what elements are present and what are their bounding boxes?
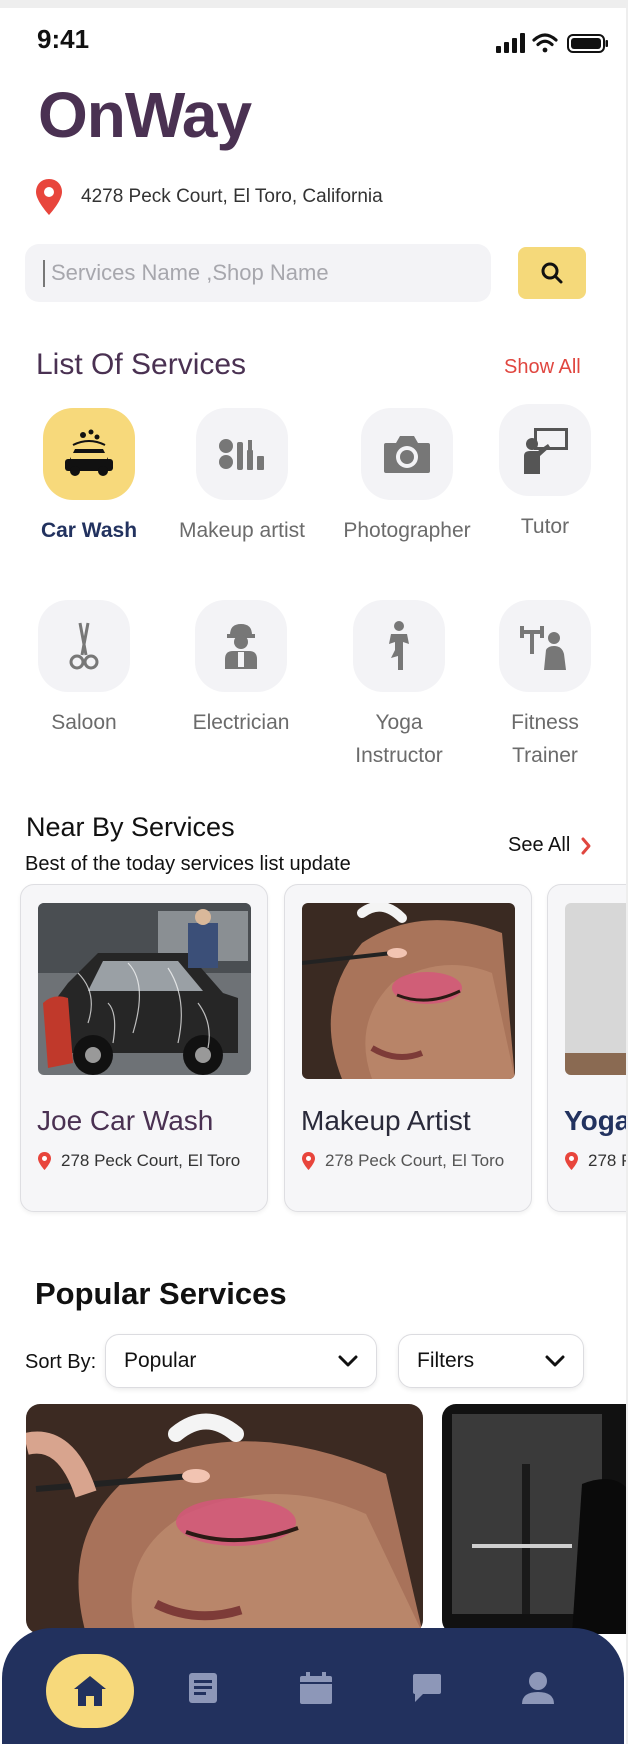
makeup-photo: [302, 903, 515, 1079]
service-label: Yoga Instructor: [355, 711, 443, 767]
car-wash-photo: [38, 903, 251, 1075]
service-tile: [43, 408, 135, 500]
chevron-right-icon: [581, 837, 591, 854]
location-pin-icon: [302, 1152, 315, 1170]
nav-messages[interactable]: [407, 1668, 447, 1708]
popular-title: Popular Services: [35, 1276, 287, 1311]
nearby-card[interactable]: Yoga 278 Peck Court, El Toro: [547, 884, 626, 1212]
chat-icon: [413, 1674, 441, 1702]
car-wash-icon: [65, 429, 113, 476]
nav-profile[interactable]: [518, 1668, 558, 1708]
nearby-card[interactable]: Makeup Artist 278 Peck Court, El Toro: [284, 884, 532, 1212]
location-pin-icon: [36, 179, 62, 215]
card-address: 278 Peck Court, El Toro: [61, 1151, 241, 1170]
search-icon: [541, 262, 563, 284]
service-tile: [196, 408, 288, 500]
card-image: [38, 903, 251, 1075]
service-label: Photographer: [343, 519, 471, 542]
service-electrician[interactable]: Electrician: [176, 600, 306, 739]
nearby-subtitle: Best of the today services list update: [25, 853, 351, 875]
makeup-photo: [26, 1404, 423, 1634]
camera-icon: [384, 436, 430, 473]
wifi-icon: [532, 33, 558, 53]
service-tile: [361, 408, 453, 500]
search-input[interactable]: [51, 252, 471, 294]
signal-icon: [496, 33, 525, 53]
document-icon: [189, 1673, 217, 1703]
search-button[interactable]: [518, 247, 586, 299]
profile-icon: [522, 1672, 554, 1704]
sort-by-label: Sort By:: [25, 1351, 97, 1373]
service-label: Car Wash: [40, 519, 138, 542]
card-title: Joe Car Wash: [37, 1105, 214, 1136]
service-label: Saloon: [51, 711, 117, 734]
tutor-icon: [524, 428, 568, 474]
service-car-wash[interactable]: Car Wash: [24, 408, 154, 547]
app-screen: 9:41 OnWay 4278 Peck Court, El Toro, Cal…: [0, 8, 626, 1744]
makeup-icon: [219, 439, 264, 470]
popular-service-image[interactable]: [26, 1404, 423, 1634]
nearby-title: Near By Services: [26, 812, 235, 842]
nav-bookings[interactable]: [296, 1668, 336, 1708]
service-tile: [499, 404, 591, 496]
battery-icon: [567, 34, 608, 53]
service-tile: [499, 600, 591, 692]
scissors-icon: [69, 622, 99, 670]
card-image: [565, 903, 626, 1075]
location-pin-icon: [565, 1152, 578, 1170]
card-title: Yoga: [564, 1105, 626, 1136]
nav-home[interactable]: [46, 1654, 134, 1728]
gym-photo: [442, 1404, 626, 1634]
service-label: Fitness Trainer: [511, 711, 579, 767]
card-address: 278 Peck Court, El Toro: [588, 1151, 626, 1170]
service-saloon[interactable]: Saloon: [19, 600, 149, 739]
nearby-card[interactable]: Joe Car Wash 278 Peck Court, El Toro: [20, 884, 268, 1212]
filters-label: Filters: [417, 1349, 475, 1372]
location-address[interactable]: 4278 Peck Court, El Toro, California: [81, 186, 383, 208]
chevron-down-icon: [338, 1355, 358, 1367]
service-tile: [38, 600, 130, 692]
home-icon: [74, 1676, 106, 1706]
status-icons: [496, 33, 608, 53]
card-address: 278 Peck Court, El Toro: [325, 1151, 505, 1170]
service-makeup-artist[interactable]: Makeup artist: [177, 408, 307, 547]
app-logo-text: OnWay: [38, 79, 252, 151]
nav-documents[interactable]: [183, 1668, 223, 1708]
yoga-photo: [565, 903, 626, 1075]
service-label: Electrician: [192, 711, 290, 734]
electrician-icon: [225, 624, 257, 669]
search-bar[interactable]: [25, 244, 491, 302]
service-tile: [195, 600, 287, 692]
service-tile: [353, 600, 445, 692]
see-all-link[interactable]: See All: [508, 834, 592, 857]
service-photographer[interactable]: Photographer: [342, 408, 472, 547]
see-all-label: See All: [508, 834, 571, 856]
filters-dropdown[interactable]: Filters: [398, 1334, 584, 1388]
service-label: Tutor: [520, 515, 570, 538]
fitness-icon: [520, 626, 566, 670]
calendar-icon: [300, 1672, 332, 1704]
card-image: [302, 903, 515, 1079]
services-title: List Of Services: [36, 348, 247, 381]
popular-service-image[interactable]: [442, 1404, 626, 1634]
status-time: 9:41: [37, 24, 90, 54]
service-tutor[interactable]: Tutor: [480, 404, 610, 543]
service-label: Makeup artist: [178, 519, 306, 542]
sort-value: Popular: [124, 1349, 197, 1372]
yoga-icon: [389, 621, 409, 670]
service-yoga-instructor[interactable]: Yoga Instructor: [334, 600, 464, 772]
chevron-down-icon: [545, 1355, 565, 1367]
card-title: Makeup Artist: [301, 1105, 471, 1136]
sort-dropdown[interactable]: Popular: [105, 1334, 377, 1388]
text-cursor: [43, 260, 45, 287]
service-fitness-trainer[interactable]: Fitness Trainer: [480, 600, 610, 772]
show-all-link[interactable]: Show All: [504, 356, 581, 379]
location-pin-icon: [38, 1152, 51, 1170]
bottom-navigation: [2, 1628, 624, 1744]
